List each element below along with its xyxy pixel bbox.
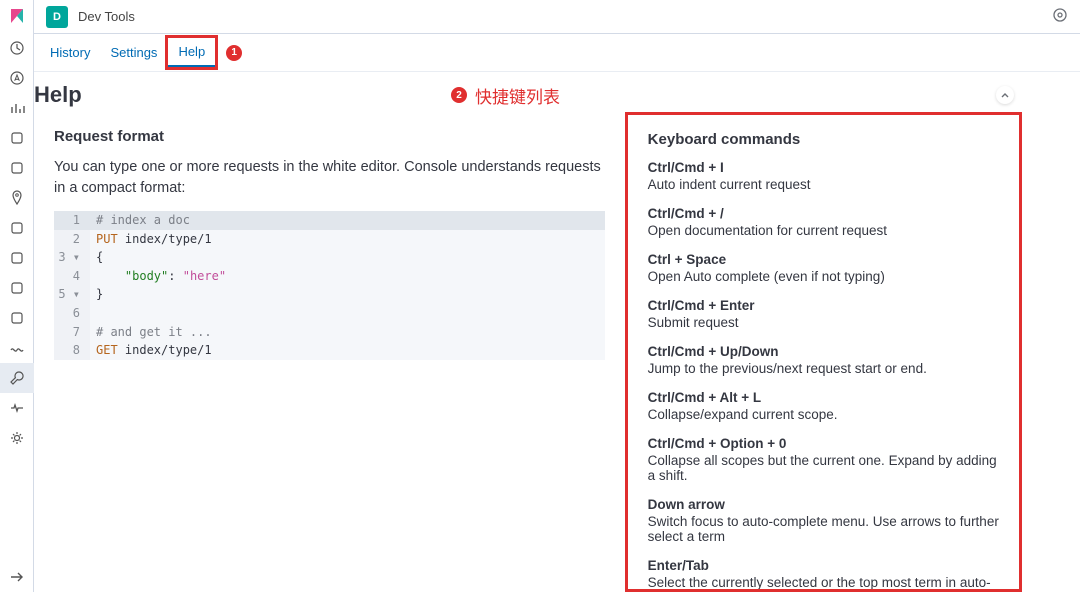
server-icon[interactable]	[0, 273, 34, 303]
kbd-key: Ctrl/Cmd + I	[648, 160, 999, 175]
keyboard-command-item: Down arrow Switch focus to auto-complete …	[648, 497, 999, 544]
keyboard-command-item: Enter/Tab Select the currently selected o…	[648, 558, 999, 592]
heartbeat-icon[interactable]	[0, 393, 34, 423]
app-badge: D	[46, 6, 68, 28]
keyboard-command-item: Ctrl/Cmd + I Auto indent current request	[648, 160, 999, 192]
topbar: D Dev Tools	[34, 0, 1080, 34]
kbd-key: Ctrl/Cmd + Enter	[648, 298, 999, 313]
lab-icon[interactable]	[0, 153, 34, 183]
keyboard-command-item: Ctrl/Cmd + / Open documentation for curre…	[648, 206, 999, 238]
annotation-badge-2: 2	[451, 87, 467, 103]
tab-settings[interactable]: Settings	[100, 34, 167, 71]
annotation-box-tab: Help	[165, 35, 218, 70]
kbd-desc: Auto indent current request	[648, 177, 999, 192]
code-line: 8GET index/type/1	[54, 341, 605, 360]
app-title: Dev Tools	[78, 9, 135, 24]
kbd-key: Ctrl + Space	[648, 252, 999, 267]
code-line: 1# index a doc	[54, 211, 605, 230]
code-line: 4 "body": "here"	[54, 267, 605, 286]
keyboard-command-item: Ctrl/Cmd + Alt + L Collapse/expand curren…	[648, 390, 999, 422]
gear-icon[interactable]	[0, 423, 34, 453]
kbd-key: Ctrl/Cmd + Up/Down	[648, 344, 999, 359]
kbd-desc: Open Auto complete (even if not typing)	[648, 269, 999, 284]
keyboard-command-item: Ctrl + Space Open Auto complete (even if …	[648, 252, 999, 284]
annotation-badge-1: 1	[226, 45, 242, 61]
kbd-desc: Select the currently selected or the top…	[648, 575, 999, 592]
tab-help[interactable]: Help	[168, 38, 215, 67]
request-format-panel: Request format You can type one or more …	[34, 112, 613, 592]
kbd-key: Down arrow	[648, 497, 999, 512]
graph-icon[interactable]	[0, 213, 34, 243]
barchart-icon[interactable]	[0, 93, 34, 123]
clock-icon[interactable]	[0, 33, 34, 63]
kbd-key: Ctrl/Cmd + /	[648, 206, 999, 221]
code-example: 1# index a doc2PUT index/type/13 ▾{4 "bo…	[54, 211, 605, 360]
kbd-desc: Collapse all scopes but the current one.…	[648, 453, 999, 483]
annotation-label: 快捷键列表	[475, 83, 560, 108]
compass-icon[interactable]	[0, 63, 34, 93]
code-line: 2PUT index/type/1	[54, 230, 605, 249]
request-format-title: Request format	[54, 128, 605, 145]
kbd-key: Ctrl/Cmd + Option + 0	[648, 436, 999, 451]
kbd-desc: Jump to the previous/next request start …	[648, 361, 999, 376]
left-nav-rail	[0, 0, 34, 592]
pin-icon[interactable]	[0, 183, 34, 213]
keyboard-command-item: Ctrl/Cmd + Option + 0 Collapse all scopes…	[648, 436, 999, 483]
code-line: 3 ▾{	[54, 248, 605, 267]
pipeline-icon[interactable]	[0, 303, 34, 333]
collapse-icon[interactable]	[0, 562, 34, 592]
kbd-desc: Submit request	[648, 315, 999, 330]
keyboard-commands-panel: Keyboard commands Ctrl/Cmd + I Auto inden…	[625, 112, 1022, 592]
kibana-logo-icon[interactable]	[9, 8, 25, 27]
tabs: History Settings Help 1	[34, 34, 1080, 72]
kbd-key: Enter/Tab	[648, 558, 999, 573]
kbd-key: Ctrl/Cmd + Alt + L	[648, 390, 999, 405]
kbd-desc: Switch focus to auto-complete menu. Use …	[648, 514, 999, 544]
console-settings-icon[interactable]	[1052, 7, 1068, 26]
wave-icon[interactable]	[0, 333, 34, 363]
request-format-desc: You can type one or more requests in the…	[54, 157, 605, 199]
collapse-flyout-icon[interactable]	[996, 86, 1014, 104]
code-line: 5 ▾}	[54, 285, 605, 304]
bucket-icon[interactable]	[0, 243, 34, 273]
wrench-icon[interactable]	[0, 363, 34, 393]
kbd-desc: Collapse/expand current scope.	[648, 407, 999, 422]
dashboard-icon[interactable]	[0, 123, 34, 153]
code-line: 6	[54, 304, 605, 323]
keyboard-command-item: Ctrl/Cmd + Up/Down Jump to the previous/n…	[648, 344, 999, 376]
page-title: Help	[34, 82, 82, 108]
kbd-desc: Open documentation for current request	[648, 223, 999, 238]
keyboard-command-item: Ctrl/Cmd + Enter Submit request	[648, 298, 999, 330]
keyboard-commands-title: Keyboard commands	[648, 131, 999, 148]
tab-history[interactable]: History	[40, 34, 100, 71]
code-line: 7# and get it ...	[54, 323, 605, 342]
